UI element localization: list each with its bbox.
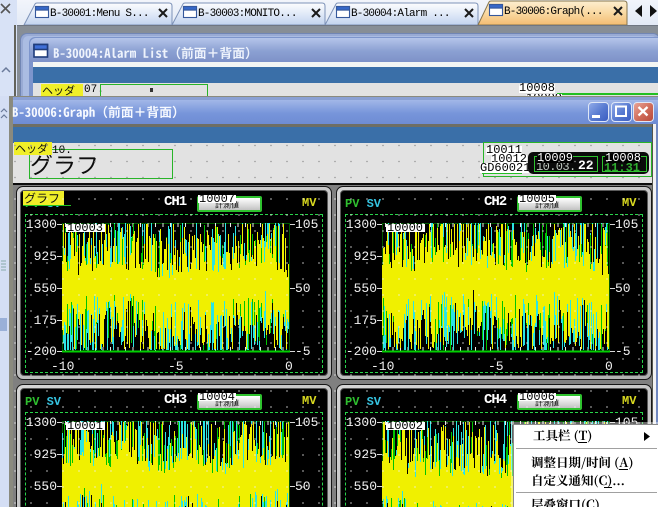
svg-text:B-30003:MONITO...: B-30003:MONITO... — [198, 8, 297, 20]
svg-text:B-30006:Graph(...: B-30006:Graph(... — [504, 6, 603, 18]
svg-text:B-30001:Menu S...: B-30001:Menu S... — [50, 8, 149, 20]
svg-text:B-30004:Alarm ...: B-30004:Alarm ... — [351, 8, 450, 20]
